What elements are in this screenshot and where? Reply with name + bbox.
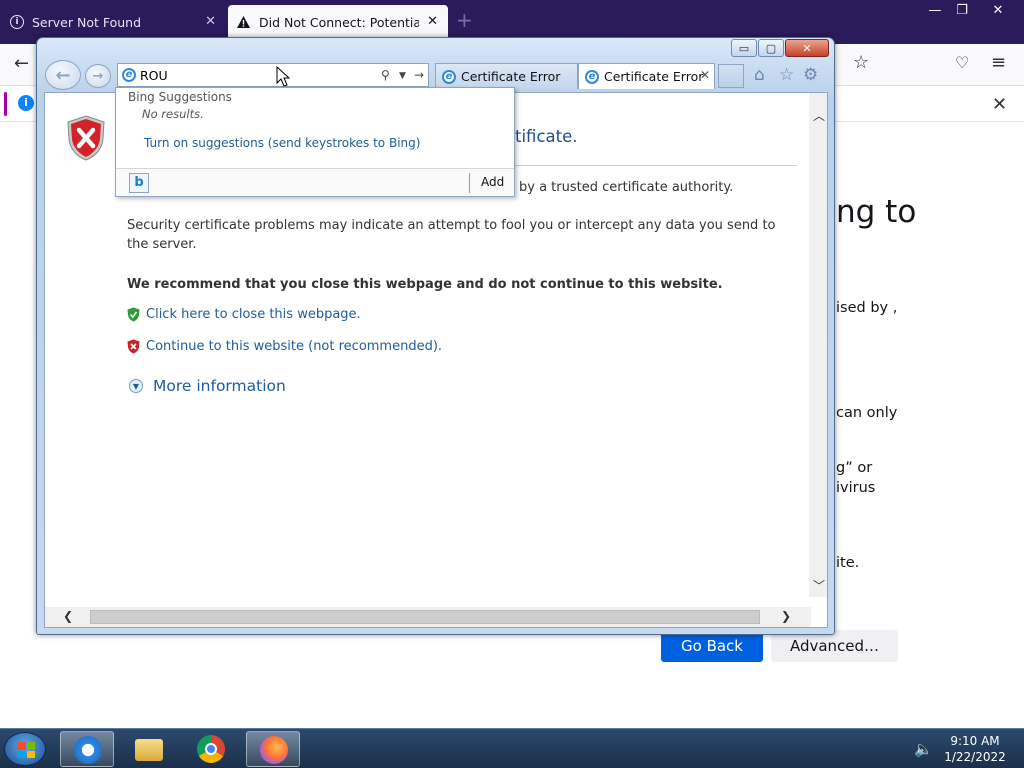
tab-title: Server Not Found [32, 14, 142, 30]
close-icon[interactable]: ✕ [205, 14, 216, 29]
restore-button[interactable]: ❐ [947, 0, 977, 20]
taskbar-ie-button[interactable] [60, 731, 114, 767]
firefox-page-text: ite. [836, 555, 860, 571]
scroll-left-icon[interactable]: ❮ [63, 609, 73, 623]
ie-maximize-button[interactable]: ▢ [758, 39, 784, 57]
ie-text-paragraph: Security certificate problems may indica… [127, 218, 776, 252]
close-icon[interactable]: ✕ [427, 14, 438, 29]
taskbar-chrome-button[interactable] [184, 731, 238, 767]
forward-arrow-icon: → [92, 68, 104, 84]
search-icon[interactable]: ⚲ [381, 68, 390, 82]
info-icon: i [18, 95, 34, 111]
firefox-icon [260, 736, 288, 764]
new-tab-button[interactable]: + [456, 8, 473, 32]
bing-icon[interactable]: b [129, 173, 149, 193]
ie-close-button[interactable]: ✕ [785, 39, 829, 57]
scroll-up-icon[interactable]: ︿ [813, 107, 825, 124]
firefox-page-heading: ng to [836, 194, 917, 230]
no-results-text: No results. [142, 107, 204, 121]
info-circle-icon: i [10, 15, 24, 29]
more-info-label[interactable]: More information [153, 377, 286, 395]
scroll-right-icon[interactable]: ❯ [781, 609, 791, 623]
divider [469, 173, 470, 193]
system-clock[interactable]: 9:10 AM 1/22/2022 [940, 733, 1010, 765]
pocket-icon[interactable]: ♡ [955, 53, 969, 72]
address-input[interactable]: ROU [140, 68, 168, 83]
ie-logo-icon: e [585, 69, 599, 84]
firefox-page-text: can only [836, 405, 898, 421]
horizontal-scrollbar[interactable]: ❮ ❯ [45, 607, 811, 627]
go-arrow-icon[interactable]: → [414, 68, 424, 82]
link-label[interactable]: Continue to this website (not recommende… [146, 339, 442, 354]
dropdown-footer: b Add [116, 168, 514, 196]
ie-logo-icon: e [122, 68, 136, 82]
windows-logo-icon [17, 742, 35, 758]
mouse-cursor-icon [276, 66, 290, 87]
firefox-tab-server-not-found[interactable]: i Server Not Found ✕ [0, 5, 226, 39]
ie-tab-certificate-error-2[interactable]: e Certificate Error: ... ✕ [578, 63, 715, 89]
ie-logo-icon: e [442, 69, 456, 84]
vertical-scrollbar[interactable]: ︿ ﹀ [809, 93, 827, 597]
firefox-page-text: g” or [836, 460, 873, 476]
ie-minimize-button[interactable]: ▭ [731, 39, 757, 57]
notification-close-icon[interactable]: ✕ [992, 94, 1007, 115]
shield-check-icon [127, 307, 140, 322]
ie-new-tab-button[interactable] [718, 64, 744, 88]
notification-accent [4, 92, 7, 116]
tab-close-icon[interactable]: ✕ [700, 68, 710, 82]
menu-icon[interactable]: ≡ [991, 52, 1006, 73]
tools-gear-icon[interactable]: ⚙ [803, 65, 818, 85]
firefox-page-text: ised by , [836, 300, 898, 316]
ie-recommendation: We recommend that you close this webpage… [127, 277, 723, 292]
link-label[interactable]: Click here to close this webpage. [146, 307, 361, 322]
tab-title: Did Not Connect: Potential Secu [259, 14, 419, 30]
start-button[interactable] [4, 732, 46, 766]
shield-x-icon [127, 339, 140, 354]
turn-on-suggestions-link[interactable]: Turn on suggestions (send keystrokes to … [144, 136, 420, 150]
home-icon[interactable]: ⌂ [754, 65, 765, 85]
continue-website-link[interactable]: Continue to this website (not recommende… [127, 339, 442, 354]
add-provider-button[interactable]: Add [481, 175, 504, 189]
volume-icon[interactable]: 🔈 [914, 740, 933, 758]
favorites-star-icon[interactable]: ☆ [779, 65, 794, 85]
close-webpage-link[interactable]: Click here to close this webpage. [127, 307, 361, 322]
expand-chevron-icon: ▼ [129, 379, 143, 393]
taskbar-explorer-button[interactable] [122, 731, 176, 767]
ie-tab-label: Certificate Error: ... [604, 69, 704, 84]
firefox-tab-did-not-connect[interactable]: Did Not Connect: Potential Secu ✕ [228, 5, 448, 39]
minimize-button[interactable]: — [920, 0, 950, 20]
clock-date: 1/22/2022 [944, 750, 1006, 764]
ie-page-title: tificate. [515, 127, 578, 146]
taskbar [0, 728, 1024, 768]
ie-text-line: by a trusted certificate authority. [519, 180, 734, 195]
bing-suggestions-dropdown: Bing Suggestions No results. Turn on sug… [115, 87, 515, 197]
firefox-page-text: ivirus [836, 480, 876, 496]
ie-back-button[interactable]: ← [45, 60, 81, 90]
desktop: i Server Not Found ✕ Did Not Connect: Po… [0, 0, 1024, 768]
folder-icon [135, 739, 163, 761]
back-arrow-icon[interactable]: ← [14, 53, 29, 74]
dropdown-arrow-icon[interactable]: ▼ [399, 71, 406, 81]
scroll-down-icon[interactable]: ﹀ [813, 577, 825, 594]
window-close-button[interactable]: ✕ [983, 0, 1013, 20]
scrollbar-thumb[interactable] [90, 610, 760, 624]
warning-icon [237, 16, 250, 28]
ie-tab-label: Certificate Error: Na... [461, 69, 561, 84]
ie-address-bar[interactable]: e ROU ⚲ ▼ → [117, 63, 429, 87]
suggestions-header: Bing Suggestions [128, 90, 232, 104]
bookmark-star-icon[interactable]: ☆ [853, 52, 869, 73]
taskbar-firefox-button[interactable] [246, 731, 300, 767]
more-information-toggle[interactable]: ▼ More information [129, 377, 286, 395]
internet-explorer-icon [74, 736, 102, 764]
shield-error-icon [67, 115, 105, 161]
chrome-icon [197, 735, 225, 763]
clock-time: 9:10 AM [950, 734, 1000, 748]
ie-tab-certificate-error-1[interactable]: e Certificate Error: Na... [435, 63, 578, 89]
back-arrow-icon: ← [55, 64, 71, 86]
ie-forward-button[interactable]: → [85, 64, 111, 88]
